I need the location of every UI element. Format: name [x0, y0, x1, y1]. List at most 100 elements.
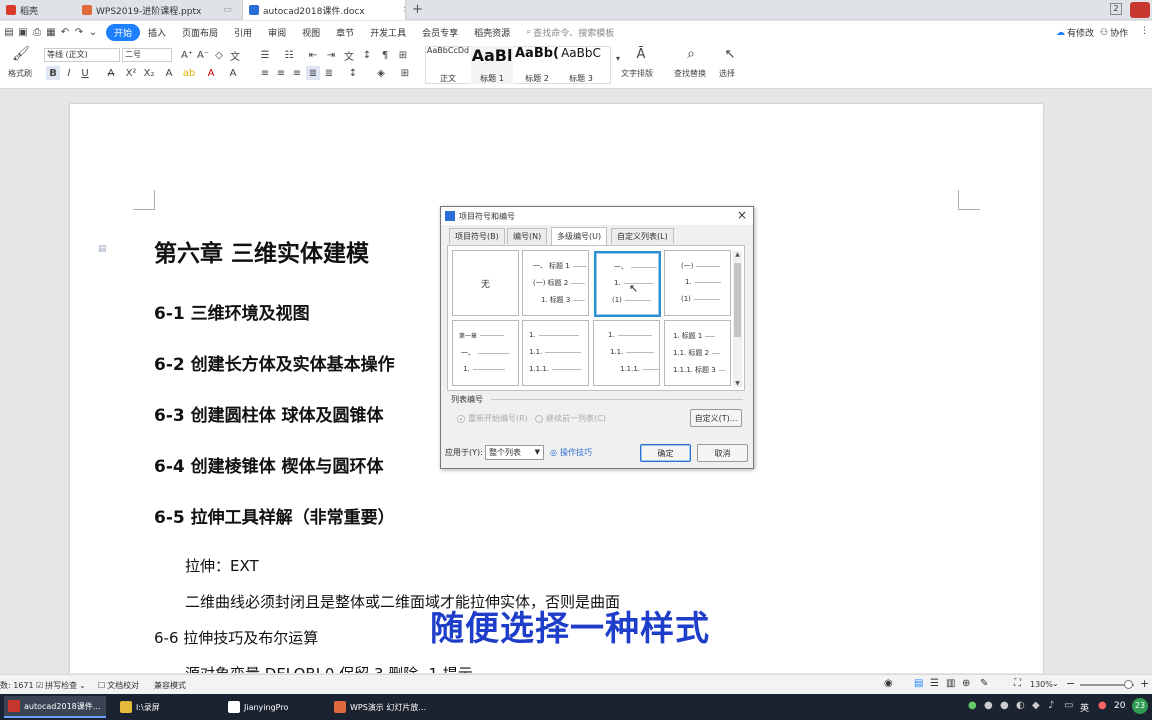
page-view-icon[interactable]: ▤: [914, 678, 923, 689]
style-option[interactable]: 一、 标题 1 (一) 标题 2 1. 标题 3: [522, 250, 589, 316]
antivirus-icon[interactable]: ●: [1098, 700, 1107, 711]
font-name-select[interactable]: 等线 (正文): [44, 48, 120, 62]
borders-icon[interactable]: ⊞: [398, 66, 412, 80]
tab-docer[interactable]: 稻壳: [0, 0, 72, 20]
tab-pptx[interactable]: WPS2019-进阶课程.pptx ▭ ×: [76, 0, 234, 20]
ribbon-tab-chapter[interactable]: 章节: [328, 26, 362, 39]
tab-custom-list[interactable]: 自定义列表(L): [611, 228, 674, 244]
format-painter-icon[interactable]: 🖌: [12, 46, 30, 62]
input-language[interactable]: 英: [1080, 701, 1089, 714]
web-view-icon[interactable]: ⊕: [962, 678, 970, 689]
redo-icon[interactable]: ↷: [72, 25, 86, 39]
zoom-dropdown-icon[interactable]: ⌄: [1052, 679, 1059, 688]
style-heading2[interactable]: AaBb( 标题 2: [515, 46, 559, 84]
style-heading1[interactable]: AaBl 标题 1: [471, 46, 513, 84]
wechat-tray-icon[interactable]: ●: [968, 700, 977, 711]
apply-to-select[interactable]: 整个列表 ▼: [485, 445, 544, 460]
word-count[interactable]: 数: 1671: [0, 680, 34, 691]
network-icon[interactable]: ◐: [1016, 700, 1025, 711]
text-effect-icon[interactable]: A: [162, 66, 176, 80]
gallery-scroll-icon[interactable]: ▾: [611, 51, 625, 65]
font-size-select[interactable]: 二号: [122, 48, 172, 62]
sort-icon[interactable]: ↕: [360, 48, 374, 62]
tab-docx[interactable]: autocad2018课件.docx ×: [242, 0, 406, 20]
zoom-level[interactable]: 130%: [1030, 680, 1053, 689]
table-icon[interactable]: ⊞: [396, 48, 410, 62]
bold-icon[interactable]: B: [46, 66, 60, 80]
tray-icon[interactable]: ●: [984, 700, 993, 711]
ribbon-tab-view[interactable]: 视图: [294, 26, 328, 39]
dialog-close-icon[interactable]: ×: [737, 208, 747, 222]
preview-icon[interactable]: ▦: [44, 25, 58, 39]
phonetic-icon[interactable]: 文: [228, 48, 242, 63]
style-option[interactable]: 第一章 一、 1.: [452, 320, 519, 386]
style-option-none[interactable]: 无: [452, 250, 519, 316]
zoom-slider-thumb[interactable]: [1124, 680, 1133, 689]
style-grid-scrollbar[interactable]: ▲ ▼: [733, 251, 742, 387]
align-right-icon[interactable]: ≡: [290, 66, 304, 80]
write-view-icon[interactable]: ✎: [980, 678, 988, 689]
tab-restore-icon[interactable]: ▭: [223, 5, 232, 15]
justify-icon[interactable]: ≣: [306, 66, 320, 80]
scroll-thumb[interactable]: [734, 263, 741, 337]
taskbar-item-writer[interactable]: autocad2018课件...: [4, 696, 106, 718]
decrease-indent-icon[interactable]: ⇤: [306, 48, 320, 62]
select-cursor-icon[interactable]: ↖: [723, 47, 737, 62]
fit-width-icon[interactable]: ⛶: [1014, 678, 1021, 689]
window-count-badge[interactable]: 2: [1110, 3, 1122, 15]
notification-badge[interactable]: 23: [1132, 698, 1148, 714]
shrink-font-icon[interactable]: A⁻: [196, 48, 210, 62]
underline-icon[interactable]: U: [78, 66, 92, 80]
style-option[interactable]: 1. 标题 1 1.1. 标题 2 1.1.1. 标题 3: [664, 320, 731, 386]
tips-link[interactable]: ◎ 操作技巧: [550, 447, 592, 458]
style-option[interactable]: (一) 1. (1): [664, 250, 731, 316]
find-icon[interactable]: ⌕: [684, 46, 698, 62]
doc-check-button[interactable]: ☐ 文档校对: [98, 680, 139, 691]
style-option-selected[interactable]: 一、 1. (1) ↖: [594, 251, 661, 317]
more-options-icon[interactable]: ⋮: [1140, 26, 1149, 36]
tab-bullets[interactable]: 项目符号(B): [449, 228, 505, 244]
battery-icon[interactable]: ▭: [1064, 700, 1073, 711]
spell-check-button[interactable]: ☑ 拼写检查 ⌄: [36, 680, 86, 691]
volume-icon[interactable]: ♪: [1048, 700, 1054, 711]
scroll-down-icon[interactable]: ▼: [733, 380, 742, 387]
scroll-up-icon[interactable]: ▲: [733, 251, 742, 258]
find-replace-button[interactable]: 查找替换: [674, 68, 706, 79]
more-icon[interactable]: ⌄: [86, 25, 100, 39]
superscript-icon[interactable]: X²: [124, 66, 138, 80]
new-tab-icon[interactable]: +: [412, 2, 423, 17]
tray-icon[interactable]: ◆: [1032, 700, 1040, 711]
increase-indent-icon[interactable]: ⇥: [324, 48, 338, 62]
undo-icon[interactable]: ↶: [58, 25, 72, 39]
chinese-layout-icon[interactable]: 文: [342, 48, 356, 63]
ribbon-tab-insert[interactable]: 插入: [140, 26, 174, 39]
ribbon-tab-member[interactable]: 会员专享: [414, 26, 466, 39]
taskbar-item-presentation[interactable]: WPS演示 幻灯片放...: [330, 696, 440, 718]
clock[interactable]: 20: [1114, 701, 1125, 711]
customize-button[interactable]: 自定义(T)...: [690, 409, 742, 427]
clear-format-icon[interactable]: ◇: [212, 48, 226, 62]
tab-close-icon[interactable]: ×: [403, 5, 405, 15]
style-normal[interactable]: AaBbCcDd 正文: [427, 46, 469, 84]
radio-continue[interactable]: 继续前一列表(C): [535, 413, 606, 424]
tab-numbering[interactable]: 编号(N): [507, 228, 548, 244]
font-color-icon[interactable]: A: [204, 66, 218, 80]
zoom-in-icon[interactable]: +: [1140, 677, 1149, 690]
italic-icon[interactable]: I: [62, 66, 76, 80]
style-heading3[interactable]: AaBbC 标题 3: [559, 46, 603, 84]
align-center-icon[interactable]: ≡: [274, 66, 288, 80]
ok-button[interactable]: 确定: [640, 444, 691, 462]
select-button[interactable]: 选择: [719, 68, 735, 79]
numbering-icon[interactable]: ☷: [282, 48, 296, 62]
grow-font-icon[interactable]: A⁺: [180, 48, 194, 62]
ribbon-tab-review[interactable]: 审阅: [260, 26, 294, 39]
style-option[interactable]: 1. 1.1. 1.1.1.: [593, 320, 660, 386]
avatar[interactable]: [1130, 2, 1150, 18]
format-painter-label[interactable]: 格式刷: [8, 68, 32, 79]
line-spacing-icon[interactable]: ↕: [346, 66, 360, 80]
strikethrough-icon[interactable]: A: [104, 66, 118, 80]
read-view-icon[interactable]: ▥: [946, 678, 955, 689]
print-icon[interactable]: ⎙: [30, 25, 44, 39]
text-layout-icon[interactable]: Ā: [634, 47, 648, 62]
radio-restart[interactable]: 重新开始编号(R): [457, 413, 528, 424]
